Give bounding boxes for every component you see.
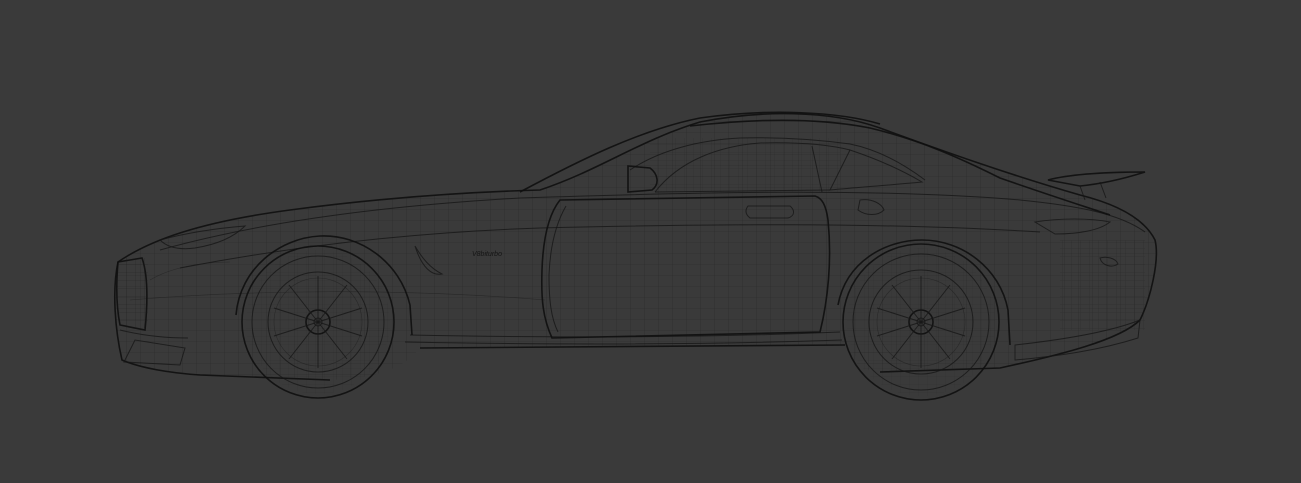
fender-badge: V8biturbo <box>472 251 502 258</box>
3d-viewport[interactable]: V8biturbo <box>0 0 1301 483</box>
car-wireframe-model[interactable]: V8biturbo <box>0 0 1301 483</box>
